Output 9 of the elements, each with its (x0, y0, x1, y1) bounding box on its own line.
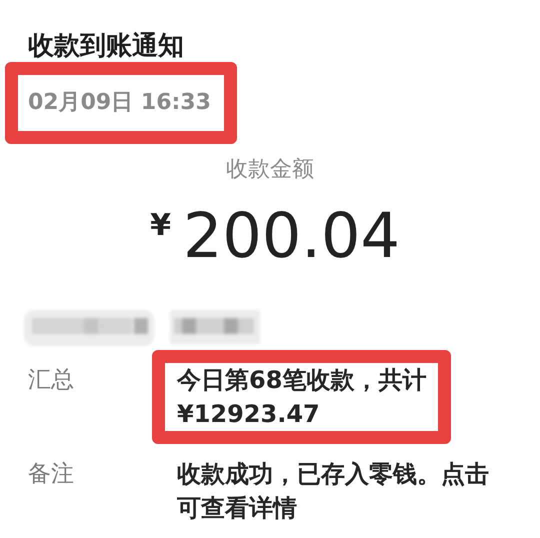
row-value: 收款成功，已存入零钱。点击 可查看详情 (177, 459, 489, 524)
row-label: 汇总 (28, 366, 75, 395)
row-value: 今日第68笔收款，共计 ¥12923.47 (177, 365, 426, 430)
notice-title: 收款到账通知 (28, 30, 185, 62)
row-label: 备注 (28, 460, 75, 489)
amount-value: 200.04 (182, 204, 400, 268)
currency-symbol: ¥ (150, 208, 171, 243)
amount-label: 收款金额 (225, 156, 315, 184)
timestamp: 02月09日 16:33 (28, 90, 211, 115)
